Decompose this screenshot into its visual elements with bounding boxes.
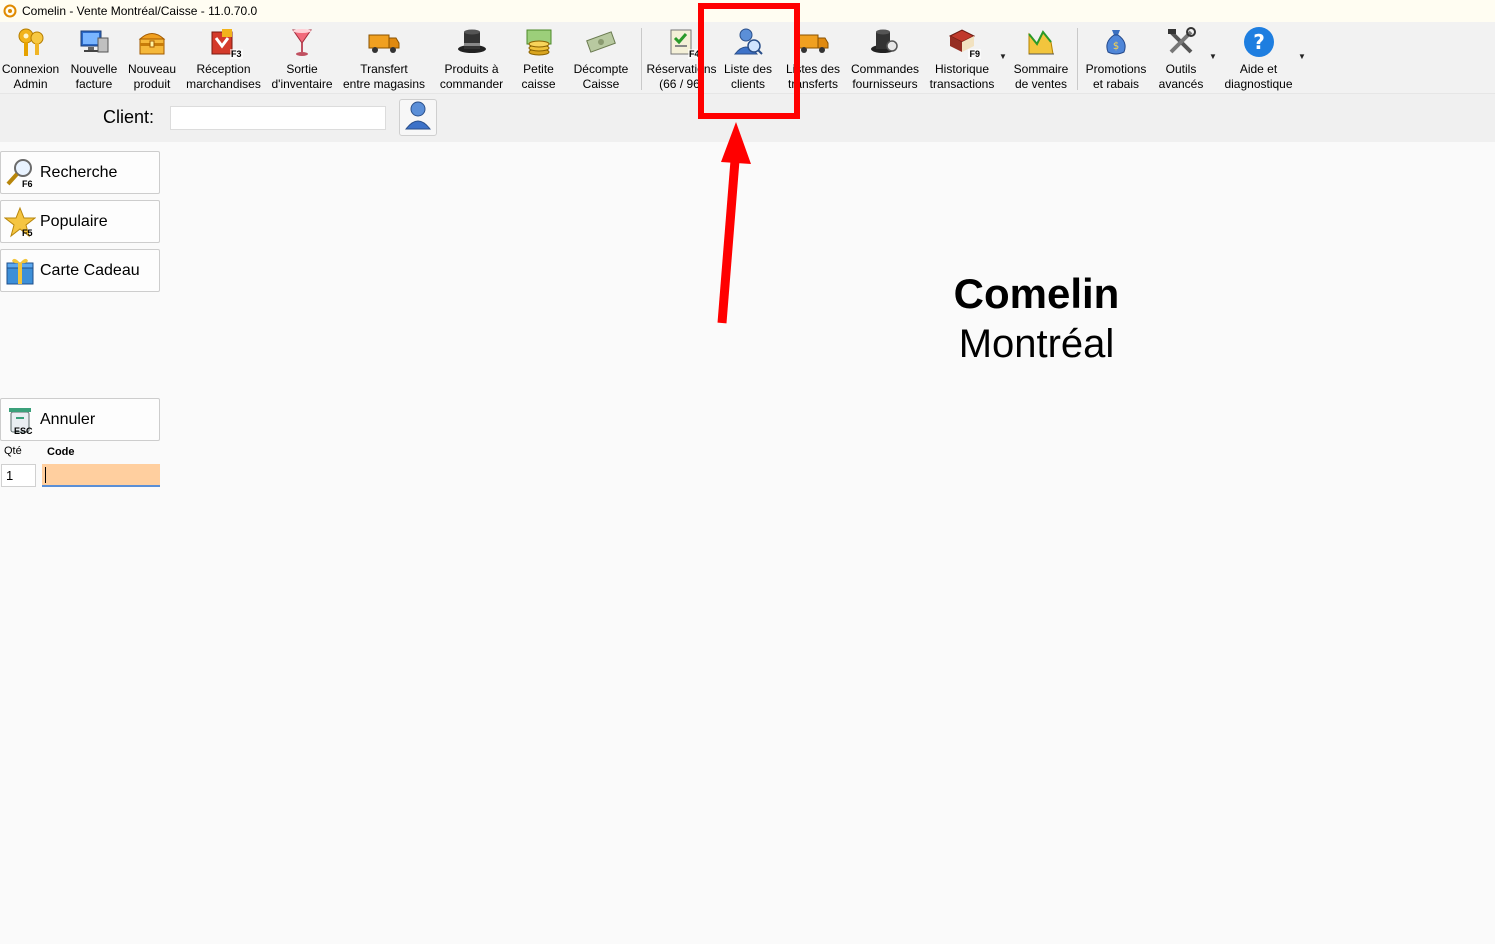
svg-text:?: ? (1253, 30, 1265, 54)
cancel-button-label: Annuler (40, 410, 96, 428)
window-title: Comelin - Vente Montréal/Caisse - 11.0.7… (22, 4, 258, 18)
toolbar-inventory-out-button[interactable]: Sortie d'inventaire (268, 22, 336, 94)
toolbar-supplier-orders-button[interactable]: Commandes fournisseurs (848, 22, 922, 94)
toolbar-customer-list-button[interactable]: Liste des clients (718, 22, 778, 94)
brand-city: Montréal (958, 322, 1115, 366)
tools-icon (1164, 25, 1198, 59)
toolbar-new-product-button[interactable]: Nouveau produit (125, 22, 179, 94)
gift-card-button[interactable]: Carte Cadeau (0, 249, 160, 292)
toolbar-transfer-list-button[interactable]: Listes des transferts (785, 22, 841, 94)
toolbar-help-button[interactable]: ? Aide et diagnostique (1221, 22, 1296, 94)
client-input[interactable] (170, 106, 386, 130)
main-toolbar: Connexion Admin Nouvelle facture Nouveau… (0, 22, 1495, 94)
toolbar-new-invoice-button[interactable]: Nouvelle facture (66, 22, 122, 94)
gift-card-button-label: Carte Cadeau (40, 261, 140, 279)
chart-icon (1024, 25, 1058, 59)
search-button[interactable]: F6 Recherche (0, 151, 160, 194)
gift-icon (3, 254, 37, 288)
coins-icon (522, 25, 556, 59)
toolbar-advanced-tools-button[interactable]: Outils avancés (1156, 22, 1206, 94)
money-icon (584, 25, 618, 59)
qty-label: Qté (4, 445, 22, 457)
text-caret (45, 467, 46, 483)
treasure-chest-icon (135, 25, 169, 59)
toolbar-cash-count-button[interactable]: Décompte Caisse (568, 22, 634, 94)
toolbar-reservations-button[interactable]: F4 Réservations (66 / 96) (646, 22, 717, 94)
computer-icon (77, 25, 111, 59)
truck-list-icon (796, 25, 830, 59)
trash-can-icon: ESC (3, 403, 37, 437)
title-bar: Comelin - Vente Montréal/Caisse - 11.0.7… (0, 0, 1495, 22)
history-dropdown-arrow-icon[interactable]: ▼ (999, 52, 1007, 61)
money-bag-icon: $ (1099, 25, 1133, 59)
tools-dropdown-arrow-icon[interactable]: ▼ (1209, 52, 1217, 61)
toolbar-separator (1077, 28, 1078, 90)
brand-name: Comelin (953, 270, 1120, 317)
help-dropdown-arrow-icon[interactable]: ▼ (1298, 52, 1306, 61)
toolbar-transaction-history-button[interactable]: F9 Historique transactions (927, 22, 997, 94)
toolbar-receive-goods-button[interactable]: F3 Réception marchandises (183, 22, 264, 94)
svg-text:$: $ (1113, 41, 1119, 52)
client-bar: Client: (0, 94, 1495, 142)
reservation-icon: F4 (665, 25, 701, 59)
toolbar-promotions-button[interactable]: $ Promotions et rabais (1082, 22, 1150, 94)
cancel-button[interactable]: ESC Annuler (0, 398, 160, 441)
client-lookup-button[interactable] (399, 99, 437, 136)
customer-icon (404, 100, 432, 135)
code-input[interactable] (42, 464, 160, 487)
star-icon: F5 (3, 205, 37, 239)
popular-button-label: Populaire (40, 212, 108, 230)
keys-icon (14, 25, 48, 59)
toolbar-petty-cash-button[interactable]: Petite caisse (517, 22, 560, 94)
magnifier-icon: F6 (3, 156, 37, 190)
search-button-label: Recherche (40, 163, 118, 181)
top-hat-icon (455, 25, 489, 59)
toolbar-separator (641, 28, 642, 90)
book-icon: F9 (945, 25, 981, 59)
client-label: Client: (103, 107, 155, 127)
cocktail-glass-icon (285, 25, 319, 59)
receive-goods-icon: F3 (207, 25, 243, 59)
toolbar-admin-login-button[interactable]: Connexion Admin (0, 22, 61, 94)
toolbar-store-transfer-button[interactable]: Transfert entre magasins (341, 22, 427, 94)
truck-icon (367, 25, 401, 59)
code-label: Code (47, 446, 75, 458)
annotation-arrow-icon (717, 122, 751, 324)
customers-icon (731, 25, 765, 59)
toolbar-products-to-order-button[interactable]: Produits à commander (435, 22, 508, 94)
app-logo-icon (3, 4, 17, 18)
top-hat-search-icon (868, 25, 902, 59)
popular-button[interactable]: F5 Populaire (0, 200, 160, 243)
toolbar-sales-summary-button[interactable]: Sommaire de ventes (1011, 22, 1071, 94)
help-icon: ? (1242, 25, 1276, 59)
qty-input[interactable] (1, 464, 36, 487)
